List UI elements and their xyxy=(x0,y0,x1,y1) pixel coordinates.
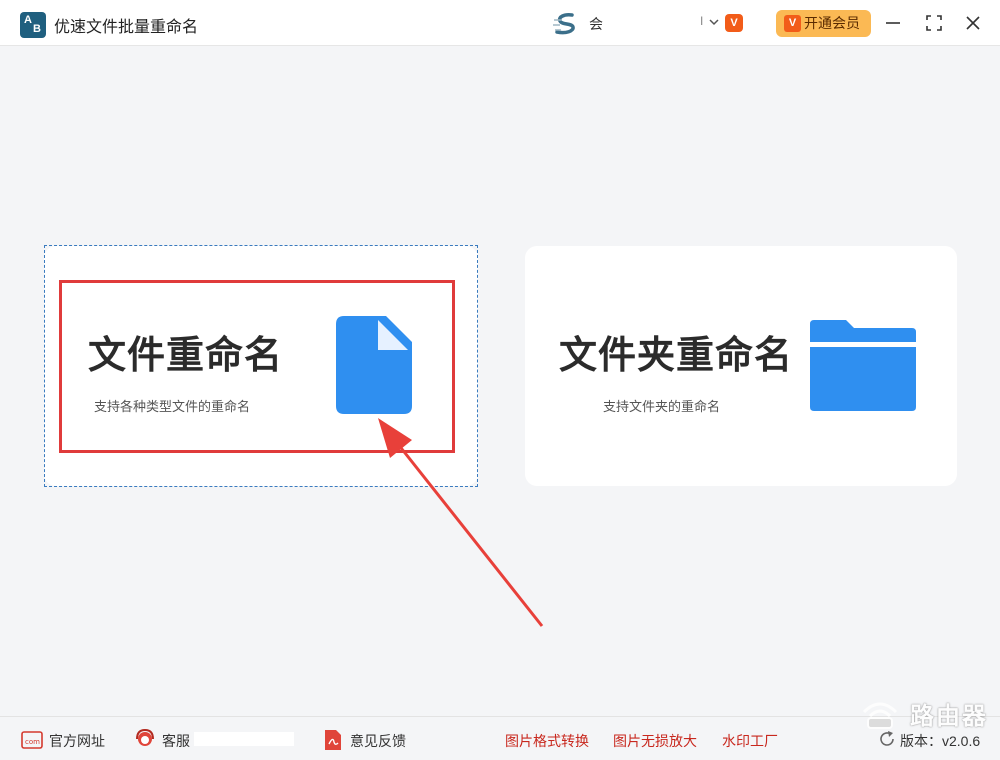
close-icon[interactable] xyxy=(963,13,983,33)
site-watermark: 路由器 xyxy=(860,692,990,732)
user-logo-icon xyxy=(553,13,575,35)
website-icon: com xyxy=(21,731,43,749)
open-membership-button[interactable]: V 开通会员 xyxy=(776,10,871,37)
app-logo: A B xyxy=(20,12,46,38)
refresh-icon[interactable] xyxy=(878,730,896,748)
official-website-link[interactable]: 官方网址 xyxy=(49,731,105,751)
chevron-down-icon[interactable] xyxy=(708,17,720,27)
image-lossless-enlarge-link[interactable]: 图片无损放大 xyxy=(613,731,697,751)
image-format-convert-link[interactable]: 图片格式转换 xyxy=(505,731,589,751)
maximize-icon[interactable] xyxy=(924,13,944,33)
user-name[interactable]: 会 xyxy=(589,14,603,34)
app-title: 优速文件批量重命名 xyxy=(54,19,199,36)
footer-bar: com 官方网址 客服 意见反馈 图片格式转换 图片无损放大 水印工厂 版本：v… xyxy=(0,716,1000,760)
svg-text:com: com xyxy=(25,738,40,746)
file-icon xyxy=(336,316,412,414)
feedback-link[interactable]: 意见反馈 xyxy=(350,731,406,751)
version-label: 版本：v2.0.6 xyxy=(900,733,981,749)
vip-badge-icon: V xyxy=(725,14,743,32)
watermark-text: 路由器 xyxy=(910,703,988,730)
pdf-feedback-icon xyxy=(325,730,341,750)
open-membership-label: 开通会员 xyxy=(804,15,860,31)
customer-service-link[interactable]: 客服 xyxy=(162,731,190,751)
app-logo-letter-a: A xyxy=(24,14,32,26)
router-watermark-icon xyxy=(862,702,898,729)
annotation-arrow xyxy=(378,418,544,627)
folder-rename-subtitle: 支持文件夹的重命名 xyxy=(603,399,721,414)
folder-icon xyxy=(810,320,916,411)
file-rename-title: 文件重命名 xyxy=(88,335,284,377)
file-rename-subtitle: 支持各种类型文件的重命名 xyxy=(94,399,251,414)
app-logo-letter-b: B xyxy=(33,23,41,35)
user-separator: I xyxy=(700,14,704,28)
redaction-bar xyxy=(194,732,294,746)
customer-service-icon xyxy=(136,728,154,746)
title-bar: A B 优速文件批量重命名 会 I V V 开通会员 xyxy=(0,0,1000,46)
folder-rename-title: 文件夹重命名 xyxy=(559,335,794,377)
vip-button-icon: V xyxy=(784,15,801,32)
minimize-icon[interactable] xyxy=(883,13,903,33)
watermark-factory-link[interactable]: 水印工厂 xyxy=(722,731,778,751)
